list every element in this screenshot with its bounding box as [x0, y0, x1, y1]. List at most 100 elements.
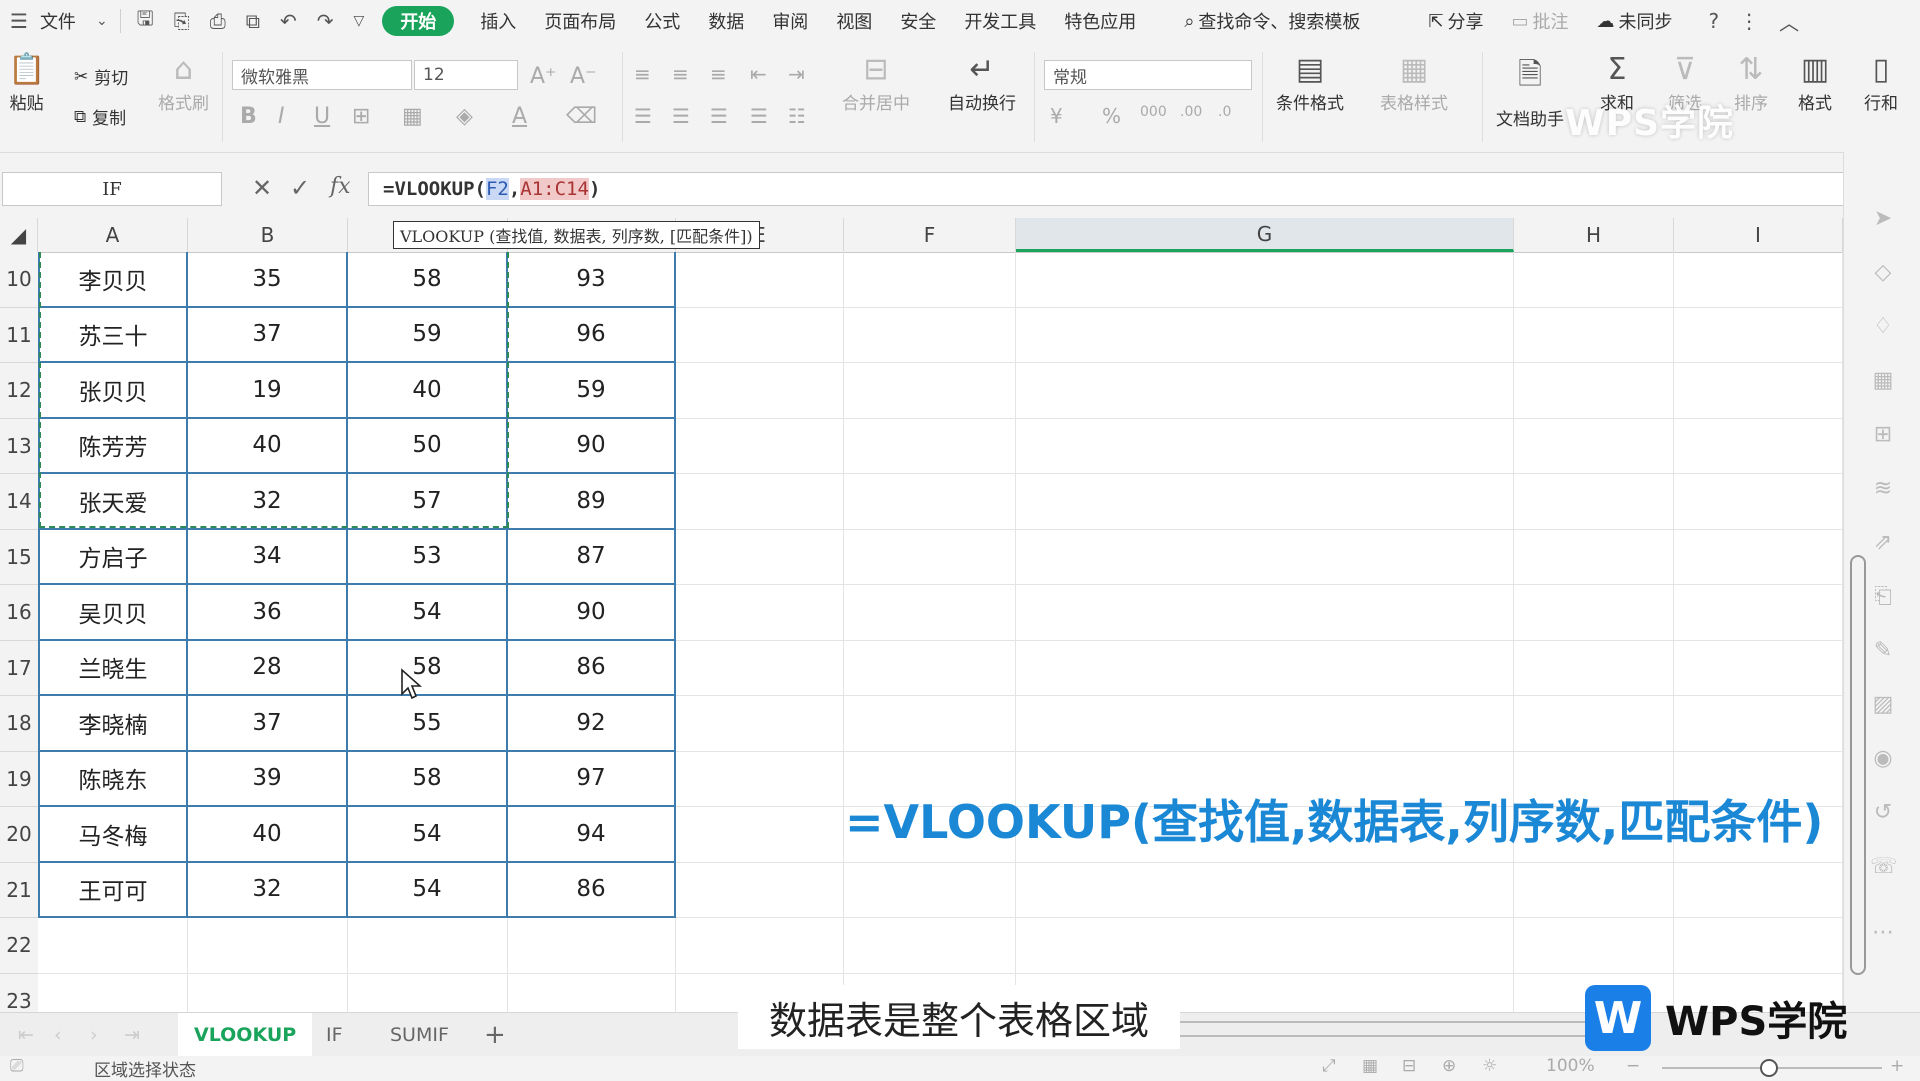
empty-cell[interactable]: [676, 585, 844, 641]
font-shrink-icon[interactable]: A⁻: [570, 64, 597, 89]
tab-home[interactable]: 开始: [382, 6, 455, 36]
empty-cell[interactable]: [1016, 307, 1514, 363]
empty-cell[interactable]: [1514, 918, 1674, 974]
column-header-i[interactable]: I: [1674, 218, 1843, 252]
empty-cell[interactable]: [1674, 307, 1843, 363]
empty-cell[interactable]: [1016, 585, 1514, 641]
table-cell[interactable]: [38, 918, 188, 974]
row-header[interactable]: 22: [0, 918, 38, 974]
vertical-scrollbar[interactable]: [1850, 555, 1866, 975]
cancel-formula-icon[interactable]: ✕: [252, 174, 272, 202]
row-header[interactable]: 19: [0, 751, 38, 807]
table-cell[interactable]: 吴贝贝: [38, 585, 188, 641]
table-cell[interactable]: 李贝贝: [38, 252, 188, 308]
comment-button[interactable]: ▭ 批注: [1498, 0, 1583, 42]
settings-sliders-icon[interactable]: ≋: [1870, 476, 1896, 502]
tab-special[interactable]: 特色应用: [1050, 0, 1150, 42]
table-cell[interactable]: 55: [348, 696, 508, 752]
row-header[interactable]: 23: [0, 973, 38, 1016]
fill-color-icon[interactable]: ◈: [456, 104, 473, 129]
table-cell[interactable]: 94: [508, 807, 676, 863]
empty-cell[interactable]: [1674, 474, 1843, 530]
empty-cell[interactable]: [676, 252, 844, 308]
quick-access-dropdown-icon[interactable]: ▽: [344, 0, 375, 42]
border-icon[interactable]: ⊞: [352, 104, 370, 129]
table-cell[interactable]: 兰晓生: [38, 640, 188, 696]
row-header[interactable]: 14: [0, 474, 38, 530]
empty-cell[interactable]: [1674, 529, 1843, 585]
empty-cell[interactable]: [844, 529, 1016, 585]
empty-cell[interactable]: [1016, 640, 1514, 696]
decrease-decimal-icon[interactable]: .0: [1218, 104, 1231, 120]
tab-review[interactable]: 审阅: [758, 0, 822, 42]
empty-cell[interactable]: [844, 862, 1016, 918]
table-cell[interactable]: 张天爱: [38, 474, 188, 530]
tab-page-layout[interactable]: 页面布局: [530, 0, 630, 42]
column-header-g[interactable]: G: [1016, 218, 1514, 252]
table-cell[interactable]: 53: [348, 529, 508, 585]
zoom-level[interactable]: 100%: [1546, 1056, 1595, 1076]
empty-cell[interactable]: [676, 418, 844, 474]
merge-center-button[interactable]: ⊟ 合并居中: [842, 52, 910, 114]
align-left-icon[interactable]: ☰: [634, 104, 652, 128]
empty-cell[interactable]: [1016, 862, 1514, 918]
empty-cell[interactable]: [1016, 363, 1514, 419]
table-cell[interactable]: 54: [348, 585, 508, 641]
chevron-down-icon[interactable]: ⌄: [90, 0, 114, 42]
copy-button[interactable]: ⧉ 复制: [74, 104, 126, 130]
distribute-icon[interactable]: ☷: [788, 104, 806, 128]
sheet-tab-sumif[interactable]: SUMIF: [376, 1013, 463, 1057]
tab-data[interactable]: 数据: [694, 0, 758, 42]
empty-cell[interactable]: [1514, 640, 1674, 696]
empty-cell[interactable]: [1016, 696, 1514, 752]
format-button[interactable]: ▥ 格式: [1798, 52, 1832, 114]
align-right-icon[interactable]: ☰: [710, 104, 728, 128]
empty-cell[interactable]: [844, 918, 1016, 974]
table-cell[interactable]: 50: [348, 418, 508, 474]
confirm-formula-icon[interactable]: ✓: [290, 174, 310, 202]
table-cell[interactable]: 32: [188, 862, 348, 918]
empty-cell[interactable]: [1514, 585, 1674, 641]
column-header-h[interactable]: H: [1514, 218, 1674, 252]
empty-cell[interactable]: [676, 751, 844, 807]
table-icon[interactable]: ▦: [1870, 368, 1896, 394]
row-header[interactable]: 17: [0, 640, 38, 696]
collapse-ribbon-icon[interactable]: ︿: [1769, 0, 1809, 42]
table-cell[interactable]: 57: [348, 474, 508, 530]
table-cell[interactable]: [348, 973, 508, 1016]
page-break-view-icon[interactable]: ⊟: [1402, 1056, 1416, 1076]
table-cell[interactable]: 37: [188, 307, 348, 363]
cell-style-icon[interactable]: ▦: [402, 104, 423, 129]
backup-icon[interactable]: ⎗: [1870, 584, 1896, 610]
empty-cell[interactable]: [676, 807, 844, 863]
justify-icon[interactable]: ☰: [750, 104, 768, 128]
horizontal-scrollbar[interactable]: [1180, 1021, 1585, 1037]
table-cell[interactable]: 86: [508, 862, 676, 918]
shapes-icon[interactable]: ◇: [1870, 260, 1896, 286]
undo-icon[interactable]: ↶: [270, 0, 307, 42]
sheet-tab-if[interactable]: IF: [312, 1013, 357, 1057]
style-icon[interactable]: ♢: [1870, 314, 1896, 340]
format-painter-button[interactable]: ⌂ 格式刷: [158, 52, 209, 114]
doc-assistant-button[interactable]: 🗎 文档助手: [1496, 52, 1564, 130]
last-sheet-nav-icon[interactable]: ⇥: [110, 1013, 154, 1057]
empty-cell[interactable]: [1514, 529, 1674, 585]
file-menu[interactable]: 文件: [38, 0, 90, 42]
table-cell[interactable]: 苏三十: [38, 307, 188, 363]
select-all-corner[interactable]: ◢: [0, 218, 38, 252]
increase-decimal-icon[interactable]: .00: [1180, 104, 1202, 120]
share-button[interactable]: ⇱ 分享: [1414, 0, 1497, 42]
table-cell[interactable]: 58: [348, 252, 508, 308]
empty-cell[interactable]: [1514, 363, 1674, 419]
table-cell[interactable]: 86: [508, 640, 676, 696]
location-icon[interactable]: ◉: [1870, 746, 1896, 772]
table-style-button[interactable]: ▦ 表格样式: [1380, 52, 1448, 114]
column-header-a[interactable]: A: [38, 218, 188, 252]
empty-cell[interactable]: [1674, 418, 1843, 474]
row-header[interactable]: 15: [0, 529, 38, 585]
table-cell[interactable]: 40: [188, 418, 348, 474]
print-preview-icon[interactable]: ⧉: [236, 0, 270, 42]
table-cell[interactable]: 58: [348, 751, 508, 807]
empty-cell[interactable]: [844, 585, 1016, 641]
align-top-icon[interactable]: ≡: [634, 62, 651, 86]
